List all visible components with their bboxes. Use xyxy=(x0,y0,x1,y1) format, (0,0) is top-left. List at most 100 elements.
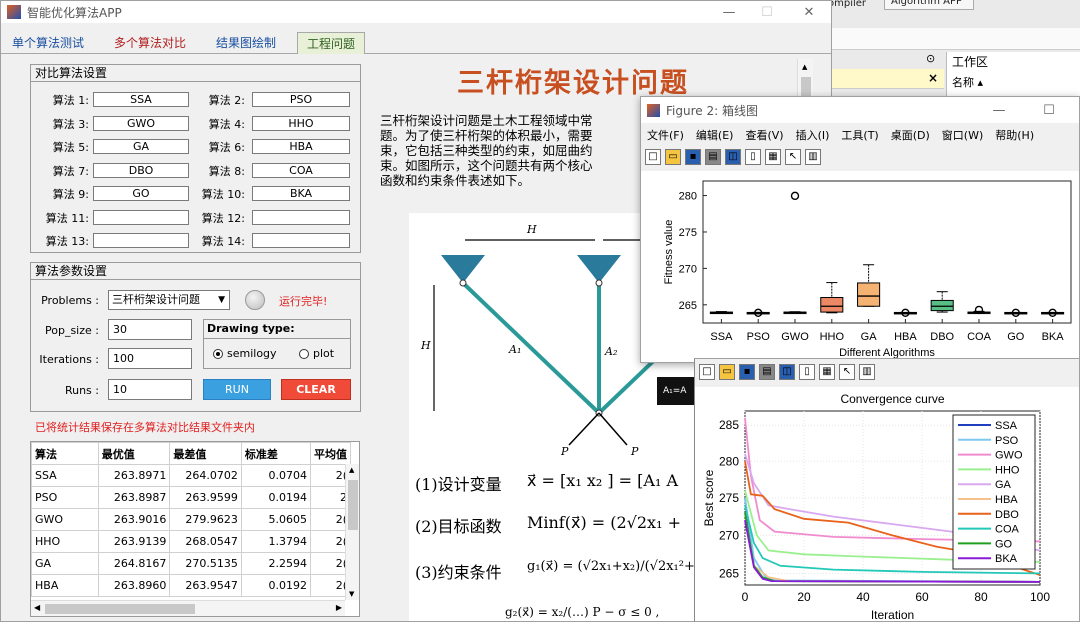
legend-label: GO xyxy=(995,538,1013,550)
radio-plot[interactable] xyxy=(299,349,309,359)
tab-multi-compare[interactable]: 多个算法对比 xyxy=(105,32,195,54)
new-icon[interactable]: □ xyxy=(645,149,661,165)
figure-menu-item[interactable]: 文件(F) xyxy=(647,129,684,142)
table-header-cell[interactable]: 算法 xyxy=(31,442,99,465)
formula-math-2: Minf(x⃗) = (2√2x₁ + xyxy=(527,513,681,532)
algo-field[interactable] xyxy=(252,209,350,225)
copy-icon[interactable]: ◫ xyxy=(779,364,795,380)
minimize-button[interactable]: — xyxy=(981,97,1017,123)
open-icon[interactable]: ▭ xyxy=(665,149,681,165)
run-status-text: 运行完毕! xyxy=(279,295,328,308)
y-tick-label: 280 xyxy=(719,454,739,468)
table-vscrollbar[interactable]: ▲ ▼ xyxy=(345,464,359,600)
iterations-label: Iterations : xyxy=(39,353,99,366)
algo-field[interactable] xyxy=(93,209,189,225)
problem-description: 三杆桁架设计问题是土木工程领域中常 题。为了使三杆桁架的体积最小，需要 束，它包括三… xyxy=(380,113,650,188)
figure2-window: Figure 2: 箱线图 — ☐ 文件(F) 编辑(E) 查看(V) 插入(I) 工具… xyxy=(640,96,1080,363)
table-header-cell[interactable]: 标准差 xyxy=(240,442,311,465)
tab-single-algorithm[interactable]: 单个算法测试 xyxy=(3,32,93,54)
panel-icon[interactable]: ▯ xyxy=(799,364,815,380)
table-row[interactable]: HBA 263.8960 263.9547 0.0192 2( xyxy=(31,574,352,597)
figure-menu-item[interactable]: 桌面(D) xyxy=(891,129,930,142)
table-cell: HHO xyxy=(31,530,99,553)
algo-field[interactable]: GO xyxy=(93,186,189,201)
algo-field[interactable]: HHO xyxy=(252,115,350,131)
algo-label: 算法 3: xyxy=(52,117,89,131)
runs-input[interactable]: 10 xyxy=(108,379,192,400)
clear-button[interactable]: CLEAR xyxy=(281,379,351,400)
save-icon[interactable]: ▪ xyxy=(685,149,701,165)
figure2-menubar: 文件(F) 编辑(E) 查看(V) 插入(I) 工具(T) 桌面(D) 窗口(W) 帮助(H) xyxy=(647,127,1046,143)
run-button[interactable]: RUN xyxy=(203,379,271,400)
maximize-button[interactable]: ☐ xyxy=(1031,97,1067,123)
algo-field[interactable]: HBA xyxy=(252,139,350,154)
bg-dropdown-icon[interactable]: ⊙ xyxy=(926,52,935,65)
table-row[interactable]: PSO 263.8987 263.9599 0.0194 2 xyxy=(31,486,352,509)
dock-icon[interactable]: ▥ xyxy=(859,364,875,380)
description-line: 函数和约束条件表述如下。 xyxy=(380,173,531,188)
minimize-button[interactable]: — xyxy=(711,1,747,23)
algo-field[interactable]: GA xyxy=(93,139,189,154)
runs-label: Runs : xyxy=(64,384,99,397)
algo-field[interactable]: SSA xyxy=(93,92,189,107)
legend-icon[interactable]: ▦ xyxy=(819,364,835,380)
print-icon[interactable]: ▤ xyxy=(705,149,721,165)
close-button[interactable]: ✕ xyxy=(791,1,827,23)
algo-field[interactable]: COA xyxy=(252,162,350,178)
table-cell: HBA xyxy=(31,574,99,597)
figure-menu-item[interactable]: 工具(T) xyxy=(841,129,878,142)
algo-field[interactable] xyxy=(93,233,189,248)
table-header-cell[interactable]: 最优值 xyxy=(97,442,171,465)
print-icon[interactable]: ▤ xyxy=(759,364,775,380)
y-tick-label: 285 xyxy=(719,418,739,432)
iterations-input[interactable]: 100 xyxy=(108,348,192,369)
legend-box xyxy=(952,414,1036,570)
table-cell: GA xyxy=(31,552,99,575)
algo-field[interactable] xyxy=(252,233,350,248)
tab-result-plot[interactable]: 结果图绘制 xyxy=(207,32,285,54)
open-icon[interactable]: ▭ xyxy=(719,364,735,380)
legend-icon[interactable]: ▦ xyxy=(765,149,781,165)
tab-engineering[interactable]: 工程问题 xyxy=(297,32,366,54)
x-tick-label: 20 xyxy=(797,590,811,604)
y-tick-label: 275 xyxy=(719,491,739,505)
copy-icon[interactable]: ◫ xyxy=(725,149,741,165)
algo-field[interactable]: PSO xyxy=(252,92,350,107)
x-tick-label: SSA xyxy=(710,331,733,343)
panel-icon[interactable]: ▯ xyxy=(745,149,761,165)
bg-tab-compiler[interactable]: ompiler xyxy=(828,0,878,12)
bg-tab-algorithm-app[interactable]: Algorithm APP xyxy=(884,0,974,10)
radio-semilogy[interactable] xyxy=(213,349,223,359)
pointer-icon[interactable]: ↖ xyxy=(839,364,855,380)
table-header-cell[interactable]: 最差值 xyxy=(169,442,242,465)
table-row[interactable]: HHO 263.9139 268.0547 1.3794 2( xyxy=(31,530,352,553)
popsize-input[interactable]: 30 xyxy=(108,319,192,340)
figure-menu-item[interactable]: 插入(I) xyxy=(796,129,830,142)
algo-label: 算法 12: xyxy=(201,211,245,225)
problem-select[interactable]: 三杆桁架设计问题 ▼ xyxy=(108,290,230,310)
algo-field[interactable]: DBO xyxy=(93,162,189,178)
figure-menu-item[interactable]: 窗口(W) xyxy=(942,129,983,142)
table-row[interactable]: GA 264.8167 270.5135 2.2594 2( xyxy=(31,552,352,575)
bg-close-icon[interactable]: × xyxy=(928,71,938,85)
legend-label: COA xyxy=(995,524,1020,536)
table-hscrollbar[interactable]: ◀ ▶ xyxy=(31,600,345,616)
box xyxy=(930,299,954,312)
dock-icon[interactable]: ▥ xyxy=(805,149,821,165)
figure-menu-item[interactable]: 帮助(H) xyxy=(995,129,1034,142)
maximize-button[interactable]: ☐ xyxy=(749,1,785,23)
table-row[interactable]: GWO 263.9016 279.9623 5.0605 2( xyxy=(31,508,352,531)
table-header-cell[interactable]: 平均值 xyxy=(309,442,352,465)
table-cell: 5.0605 xyxy=(240,508,311,531)
table-row[interactable]: SSA 263.8971 264.0702 0.0704 2( xyxy=(31,464,352,487)
algo-label: 算法 11: xyxy=(45,211,89,225)
figure-menu-item[interactable]: 查看(V) xyxy=(745,129,783,142)
workspace-name-column[interactable]: 名称 ▴ xyxy=(952,74,983,90)
algo-field[interactable]: BKA xyxy=(252,186,350,201)
table-cell: 279.9623 xyxy=(169,508,242,531)
figure-menu-item[interactable]: 编辑(E) xyxy=(696,129,734,142)
pointer-icon[interactable]: ↖ xyxy=(785,149,801,165)
algo-field[interactable]: GWO xyxy=(93,115,189,131)
new-icon[interactable]: □ xyxy=(699,364,715,380)
save-icon[interactable]: ▪ xyxy=(739,364,755,380)
